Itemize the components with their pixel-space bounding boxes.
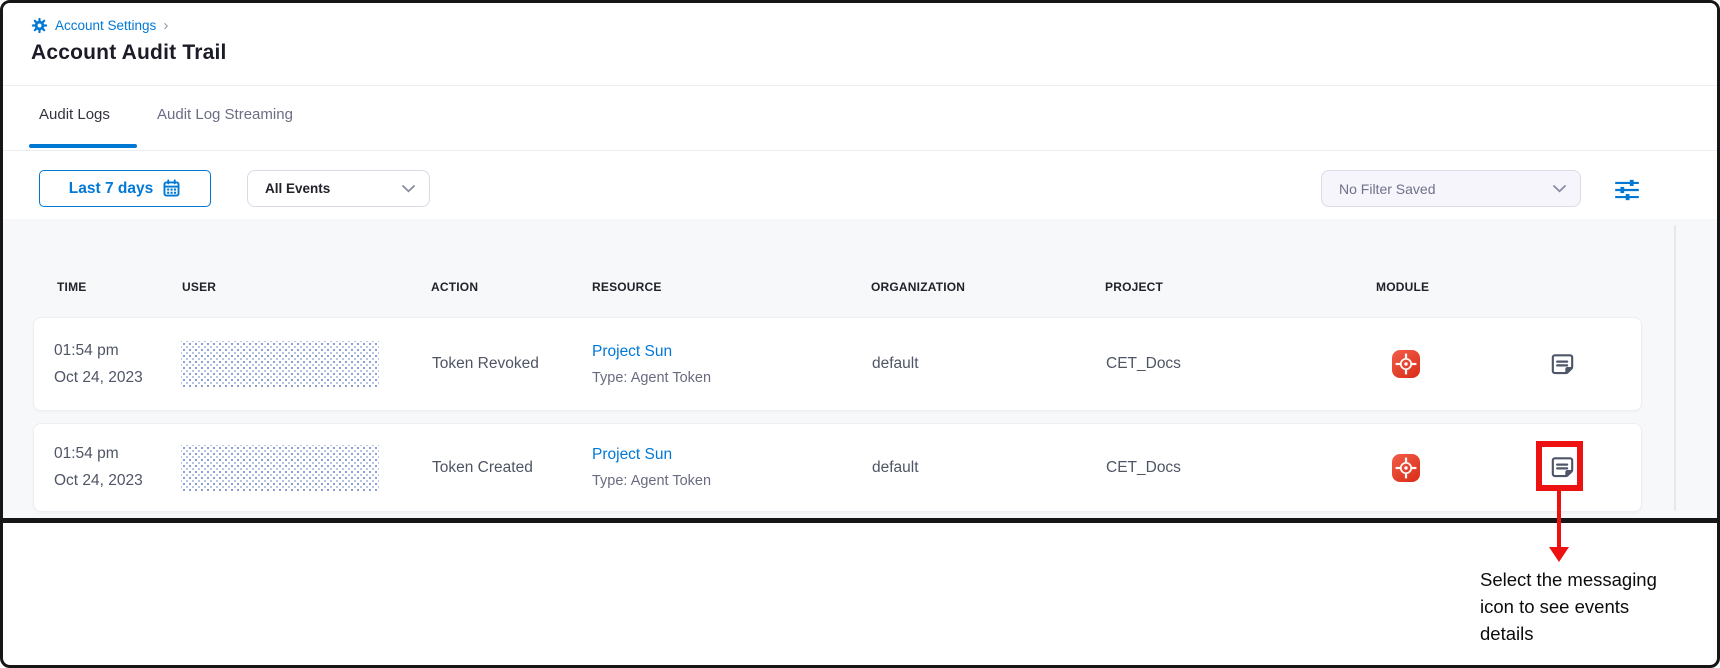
chaos-engineering-module-icon: [1392, 454, 1420, 482]
table-row[interactable]: 01:54 pm Oct 24, 2023 Token Revoked Proj…: [33, 317, 1642, 411]
header-divider: [3, 85, 1717, 86]
column-header-module: MODULE: [1376, 280, 1429, 294]
column-header-resource: RESOURCE: [592, 280, 662, 294]
action-cell: Token Revoked: [432, 318, 539, 410]
column-header-action: ACTION: [431, 280, 478, 294]
sliders-filter-icon: [1612, 177, 1642, 203]
events-dropdown[interactable]: All Events: [247, 170, 430, 207]
annotation-text: Select the messaging icon to see events …: [1480, 567, 1676, 647]
page-title: Account Audit Trail: [31, 41, 227, 65]
row-time: 01:54 pm: [54, 445, 119, 463]
tab-audit-log-streaming[interactable]: Audit Log Streaming: [157, 106, 293, 123]
screenshot-frame: Account Settings › Account Audit Trail A…: [0, 0, 1720, 668]
time-cell: 01:54 pm Oct 24, 2023: [54, 424, 143, 511]
tab-audit-logs[interactable]: Audit Logs: [39, 106, 110, 123]
annotation-arrow-head: [1549, 547, 1569, 562]
module-cell: [1392, 318, 1420, 410]
breadcrumb: Account Settings ›: [31, 17, 168, 34]
module-cell: [1392, 424, 1420, 511]
user-redacted-cell: [181, 341, 379, 387]
gear-icon: [31, 17, 48, 34]
table-scrollbar[interactable]: [1674, 225, 1676, 511]
row-date: Oct 24, 2023: [54, 472, 143, 490]
column-header-project: PROJECT: [1105, 280, 1163, 294]
row-date: Oct 24, 2023: [54, 369, 143, 387]
resource-link[interactable]: Project Sun: [592, 343, 672, 361]
filter-settings-button[interactable]: [1611, 174, 1643, 206]
event-details-button[interactable]: [1549, 318, 1576, 410]
row-time: 01:54 pm: [54, 342, 119, 360]
project-cell: CET_Docs: [1106, 318, 1181, 410]
action-cell: Token Created: [432, 424, 533, 511]
column-header-organization: ORGANIZATION: [871, 280, 965, 294]
saved-filter-dropdown[interactable]: No Filter Saved: [1321, 170, 1581, 207]
resource-link[interactable]: Project Sun: [592, 446, 672, 464]
resource-type: Type: Agent Token: [592, 473, 711, 489]
resource-cell: Project Sun Type: Agent Token: [592, 318, 711, 410]
date-range-button[interactable]: Last 7 days: [39, 170, 211, 207]
events-dropdown-value: All Events: [265, 181, 330, 196]
time-cell: 01:54 pm Oct 24, 2023: [54, 318, 143, 410]
column-header-user: USER: [182, 280, 216, 294]
organization-cell: default: [872, 424, 919, 511]
tabs-divider: [3, 150, 1717, 151]
resource-cell: Project Sun Type: Agent Token: [592, 424, 711, 511]
chevron-down-icon: [1553, 185, 1566, 193]
column-header-time: TIME: [57, 280, 86, 294]
table-row[interactable]: 01:54 pm Oct 24, 2023 Token Created Proj…: [33, 423, 1642, 512]
calendar-icon: [162, 179, 181, 198]
message-note-icon: [1549, 351, 1576, 378]
annotation-highlight-box: [1536, 441, 1583, 491]
date-range-label: Last 7 days: [69, 180, 153, 198]
annotation-arrow-line: [1557, 490, 1561, 550]
project-cell: CET_Docs: [1106, 424, 1181, 511]
chevron-down-icon: [402, 185, 415, 193]
saved-filter-value: No Filter Saved: [1339, 181, 1435, 197]
resource-type: Type: Agent Token: [592, 370, 711, 386]
breadcrumb-chevron-icon: ›: [163, 18, 168, 33]
user-redacted-cell: [181, 445, 379, 491]
organization-cell: default: [872, 318, 919, 410]
app-window: Account Settings › Account Audit Trail A…: [3, 3, 1717, 523]
chaos-engineering-module-icon: [1392, 350, 1420, 378]
active-tab-underline: [29, 144, 137, 148]
breadcrumb-account-settings-link[interactable]: Account Settings: [55, 18, 156, 33]
